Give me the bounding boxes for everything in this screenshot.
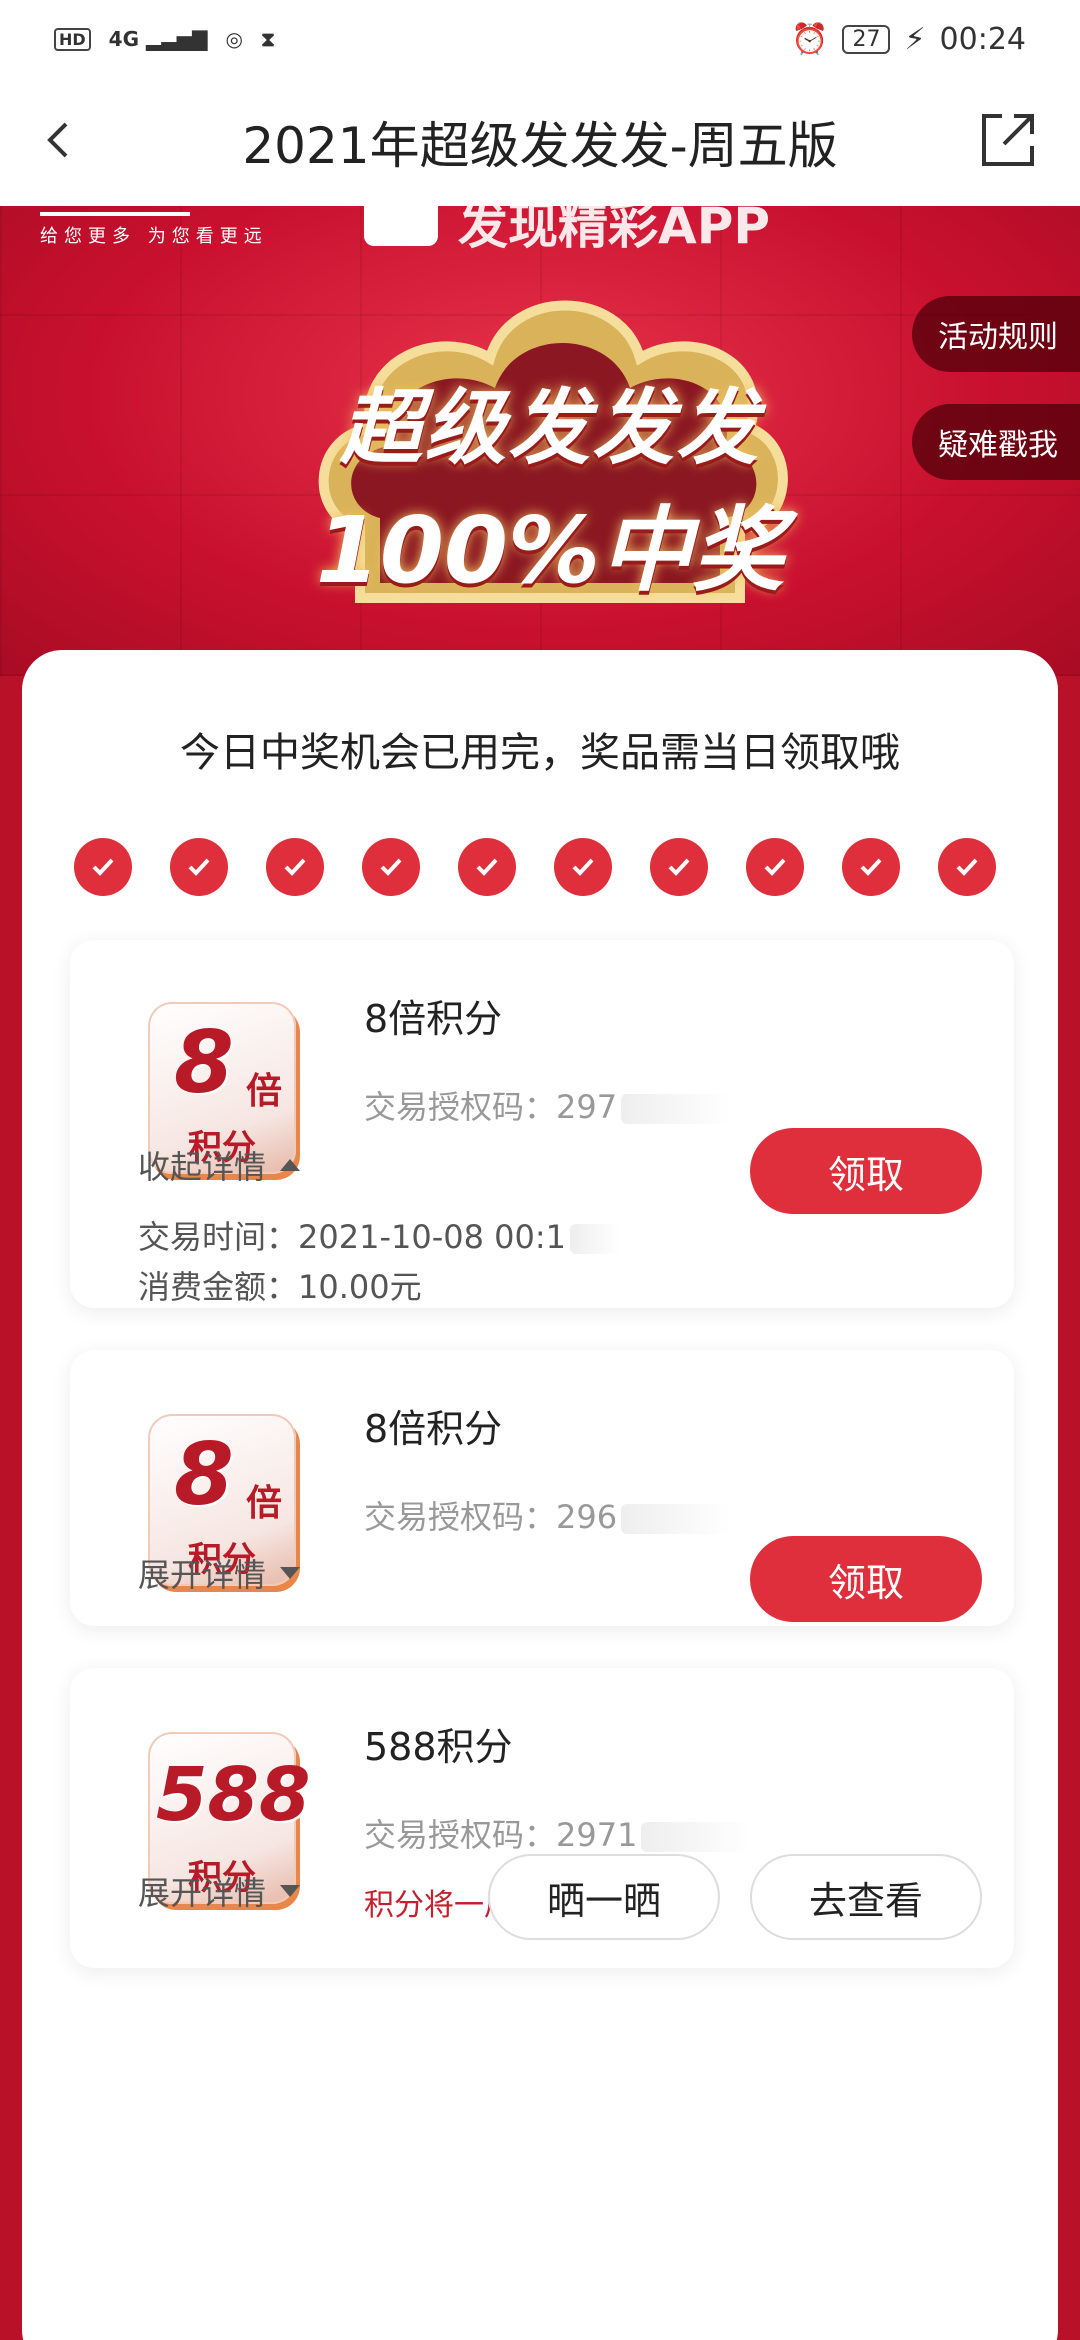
detail-time-label: 交易时间：: [138, 1218, 299, 1256]
toggle-label: 收起详情: [138, 1148, 267, 1186]
auth-code-label: 交易授权码：: [364, 1816, 557, 1854]
detail-amount-value: 10.00元: [298, 1268, 422, 1306]
badge-number: 588: [156, 1752, 311, 1838]
app-label: 发现精彩APP: [458, 206, 770, 255]
help-button[interactable]: 疑难戳我: [912, 404, 1080, 480]
check-icon: [842, 838, 900, 896]
auth-code: 交易授权码：297: [364, 1082, 732, 1128]
hourglass-icon: ⧗: [260, 27, 275, 51]
headline-super: 超级发发发: [340, 381, 760, 476]
check-icon: [458, 838, 516, 896]
badge-number: 8: [174, 1013, 234, 1113]
toggle-details[interactable]: 展开详情: [138, 1550, 301, 1596]
check-icon: [74, 838, 132, 896]
headline-100: 100%中奖: [315, 497, 785, 604]
nfc-icon: ◎: [225, 27, 243, 51]
prize-title: 8倍积分: [364, 1407, 503, 1451]
toggle-label: 展开详情: [138, 1874, 267, 1912]
app-icon: [364, 206, 438, 246]
auth-code-value: 296: [556, 1498, 618, 1536]
check-row: [74, 838, 996, 896]
battery-icon: 27: [842, 24, 891, 54]
auth-code: 交易授权码：296: [364, 1492, 732, 1538]
detail-time-value: 2021-10-08 00:1: [298, 1218, 567, 1256]
auth-code-label: 交易授权码：: [364, 1088, 557, 1126]
check-icon: [362, 838, 420, 896]
caret-up-icon: [280, 1159, 301, 1171]
charging-icon: ⚡: [904, 21, 926, 57]
hero-banner: 给您更多 为您看更远 发现精彩APP 超级发发发 100%中奖 活动规则 疑难戳…: [0, 206, 1080, 676]
prize-title: 588积分: [364, 1725, 513, 1769]
nav-bar: 2021年超级发发发-周五版: [0, 78, 1080, 206]
main-card: 今日中奖机会已用完，奖品需当日领取哦 8 倍 积分 8倍积分 交易授权码：297…: [22, 650, 1058, 2340]
claim-button[interactable]: 领取: [750, 1128, 982, 1214]
status-bar: HD 4G ▂▃▅▇ ◎ ⧗ ⏰ 27 ⚡ 00:24: [0, 0, 1080, 78]
bank-tagline: 给您更多 为您看更远: [40, 226, 268, 247]
badge-multiplier: 倍: [246, 1071, 283, 1112]
hd-icon: HD: [54, 27, 91, 51]
page-title: 2021年超级发发发-周五版: [242, 117, 838, 175]
prize-title: 8倍积分: [364, 997, 503, 1041]
detail-time: 交易时间：2021-10-08 00:1: [138, 1212, 621, 1258]
share-button[interactable]: 晒一晒: [488, 1854, 720, 1940]
signal-icon: 4G ▂▃▅▇: [108, 27, 208, 51]
check-icon: [650, 838, 708, 896]
toggle-label: 展开详情: [138, 1556, 267, 1594]
auth-code-label: 交易授权码：: [364, 1498, 557, 1536]
check-icon: [746, 838, 804, 896]
caret-down-icon: [280, 1567, 301, 1579]
clock: 00:24: [939, 21, 1026, 57]
auth-code: 交易授权码：2971: [364, 1810, 752, 1856]
toggle-details[interactable]: 展开详情: [138, 1868, 301, 1914]
caret-down-icon: [280, 1885, 301, 1897]
check-icon: [266, 838, 324, 896]
prize-card: 8 倍 积分 8倍积分 交易授权码：297 收起详情 领取 交易时间：2021-…: [70, 940, 1014, 1308]
badge-multiplier: 倍: [246, 1483, 283, 1524]
claim-button[interactable]: 领取: [750, 1536, 982, 1622]
auth-code-value: 297: [556, 1088, 618, 1126]
alarm-icon: ⏰: [791, 21, 829, 57]
prize-card: 8 倍 积分 8倍积分 交易授权码：296 展开详情 领取: [70, 1350, 1014, 1626]
share-icon[interactable]: [976, 108, 1040, 172]
badge-number: 8: [174, 1425, 234, 1525]
bank-logo: 给您更多 为您看更远: [40, 206, 268, 248]
back-icon[interactable]: [34, 110, 84, 170]
prize-card: 588 积分 588积分 交易授权码：2971 积分将一周内到账 展开详情 晒一…: [70, 1668, 1014, 1968]
detail-amount: 消费金额：10.00元: [138, 1262, 422, 1308]
view-button[interactable]: 去查看: [750, 1854, 982, 1940]
check-icon: [170, 838, 228, 896]
auth-code-value: 2971: [556, 1816, 638, 1854]
notice-text: 今日中奖机会已用完，奖品需当日领取哦: [180, 730, 900, 776]
check-icon: [938, 838, 996, 896]
rules-button[interactable]: 活动规则: [912, 296, 1080, 372]
check-icon: [554, 838, 612, 896]
toggle-details[interactable]: 收起详情: [138, 1142, 301, 1188]
detail-amount-label: 消费金额：: [138, 1268, 299, 1306]
